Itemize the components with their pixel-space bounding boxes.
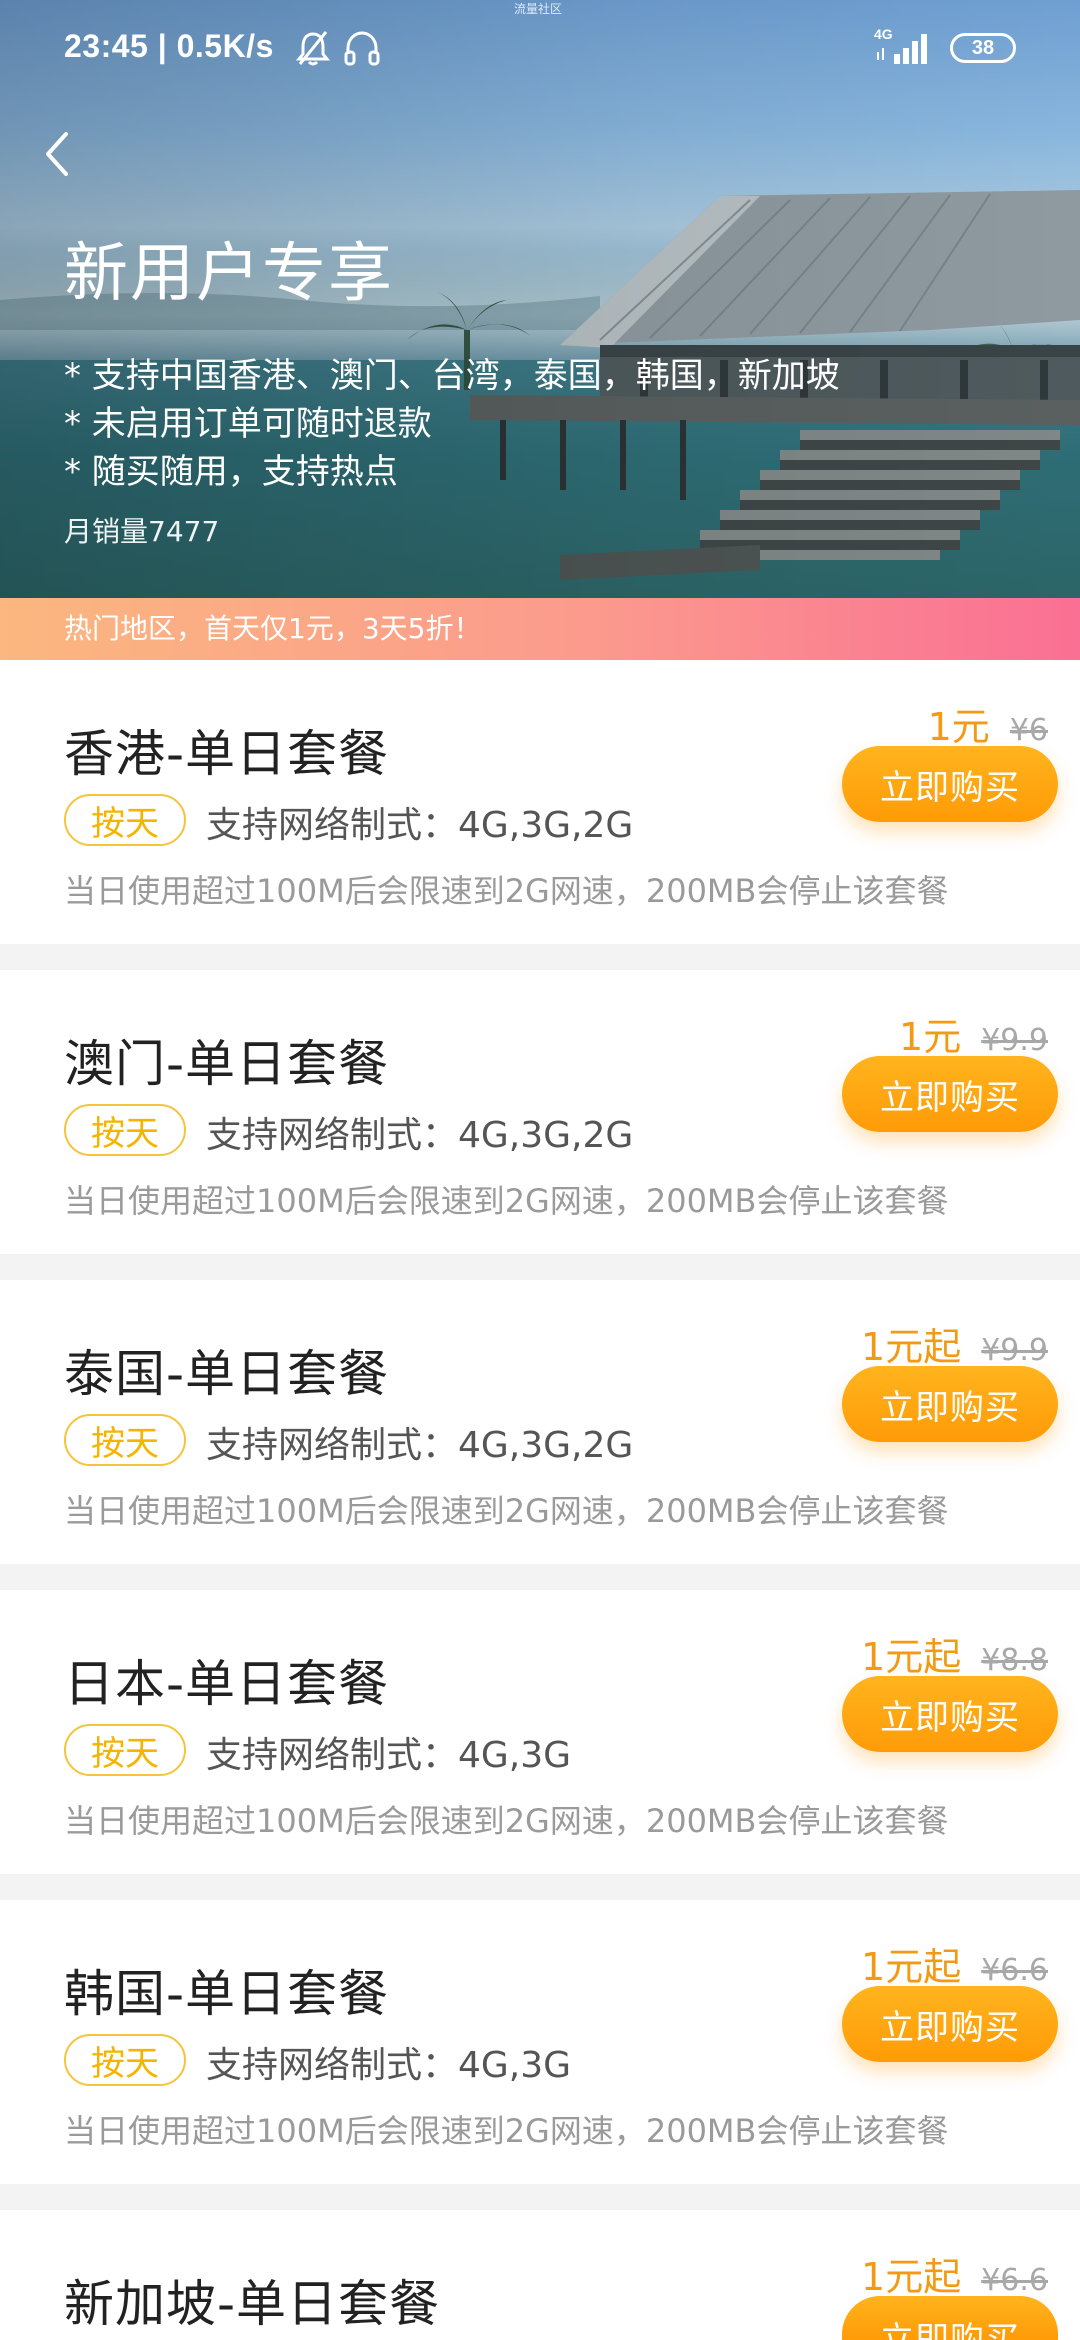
original-price: ¥6.6: [981, 2263, 1048, 2298]
original-price: ¥9.9: [981, 1023, 1048, 1058]
monthly-sales: 月销量7477: [64, 515, 220, 548]
current-price: 1元起: [861, 2255, 962, 2299]
promo-banner: 热门地区，首天仅1元，3天5折！: [0, 598, 1080, 660]
status-top-caption: 流量社区: [514, 2, 563, 16]
price-row: 1元起 ¥6.6: [861, 2246, 1048, 2301]
price-row: 1元 ¥9.9: [899, 1006, 1048, 1061]
usage-limit-note: 当日使用超过100M后会限速到2G网速，200MB会停止该套餐: [64, 1802, 949, 1840]
usage-limit-note: 当日使用超过100M后会限速到2G网速，200MB会停止该套餐: [64, 872, 949, 910]
back-arrow-icon[interactable]: [38, 126, 78, 182]
feature-item: * 未启用订单可随时退款: [64, 404, 432, 444]
current-price: 1元起: [861, 1945, 962, 1989]
current-price: 1元起: [861, 1325, 962, 1369]
daily-tag: 按天: [64, 794, 186, 846]
buy-button[interactable]: 立即购买: [842, 1056, 1058, 1132]
current-price: 1元起: [861, 1635, 962, 1679]
package-card-korea[interactable]: 韩国-单日套餐 1元起 ¥6.6 立即购买 按天 支持网络制式：4G,3G 当日…: [0, 1900, 1080, 2184]
headset-icon: [344, 31, 380, 66]
daily-tag: 按天: [64, 2034, 186, 2086]
package-title: 香港-单日套餐: [64, 725, 390, 783]
mute-bell-icon: [295, 31, 331, 66]
package-card-singapore[interactable]: 新加坡-单日套餐 1元起 ¥6.6 立即购买: [0, 2210, 1080, 2340]
current-price: 1元: [899, 1015, 962, 1059]
feature-item: * 随买随用，支持热点: [64, 452, 398, 492]
page-title: 新用户专享: [64, 237, 394, 311]
price-row: 1元起 ¥8.8: [861, 1626, 1048, 1681]
original-price: ¥6: [1009, 713, 1048, 748]
price-row: 1元起 ¥9.9: [861, 1316, 1048, 1371]
daily-tag: 按天: [64, 1414, 186, 1466]
package-card-japan[interactable]: 日本-单日套餐 1元起 ¥8.8 立即购买 按天 支持网络制式：4G,3G 当日…: [0, 1590, 1080, 1874]
package-title: 新加坡-单日套餐: [64, 2275, 441, 2333]
buy-button[interactable]: 立即购买: [842, 2296, 1058, 2340]
package-card-hongkong[interactable]: 香港-单日套餐 1元 ¥6 立即购买 按天 支持网络制式：4G,3G,2G 当日…: [0, 660, 1080, 944]
network-support: 支持网络制式：4G,3G,2G: [206, 1425, 634, 1466]
signal-icon: 4G: [874, 26, 932, 66]
buy-button[interactable]: 立即购买: [842, 746, 1058, 822]
buy-button[interactable]: 立即购买: [842, 1986, 1058, 2062]
package-title: 韩国-单日套餐: [64, 1965, 390, 2023]
buy-button[interactable]: 立即购买: [842, 1366, 1058, 1442]
package-card-thailand[interactable]: 泰国-单日套餐 1元起 ¥9.9 立即购买 按天 支持网络制式：4G,3G,2G…: [0, 1280, 1080, 1564]
usage-limit-note: 当日使用超过100M后会限速到2G网速，200MB会停止该套餐: [64, 2112, 949, 2150]
feature-item: * 支持中国香港、澳门、台湾，泰国，韩国，新加坡: [64, 356, 840, 396]
usage-limit-note: 当日使用超过100M后会限速到2G网速，200MB会停止该套餐: [64, 1182, 949, 1220]
package-title: 泰国-单日套餐: [64, 1345, 390, 1403]
feature-list: * 支持中国香港、澳门、台湾，泰国，韩国，新加坡 * 未启用订单可随时退款 * …: [64, 352, 840, 496]
original-price: ¥9.9: [981, 1333, 1048, 1368]
battery-icon: 38: [950, 33, 1016, 63]
package-title: 日本-单日套餐: [64, 1655, 390, 1713]
status-time: 23:45 | 0.5K/s: [64, 28, 274, 64]
status-bar: 流量社区 23:45 | 0.5K/s 4G 38: [0, 0, 1080, 100]
network-support: 支持网络制式：4G,3G,2G: [206, 1115, 634, 1156]
daily-tag: 按天: [64, 1104, 186, 1156]
original-price: ¥8.8: [981, 1643, 1048, 1678]
current-price: 1元: [927, 705, 990, 749]
package-title: 澳门-单日套餐: [64, 1035, 390, 1093]
price-row: 1元起 ¥6.6: [861, 1936, 1048, 1991]
network-support: 支持网络制式：4G,3G: [206, 2045, 572, 2086]
network-support: 支持网络制式：4G,3G: [206, 1735, 572, 1776]
original-price: ¥6.6: [981, 1953, 1048, 1988]
network-support: 支持网络制式：4G,3G,2G: [206, 805, 634, 846]
package-card-macau[interactable]: 澳门-单日套餐 1元 ¥9.9 立即购买 按天 支持网络制式：4G,3G,2G …: [0, 970, 1080, 1254]
hero-banner: 流量社区 23:45 | 0.5K/s 4G 38 新用户专享 * 支持中国香港…: [0, 0, 1080, 598]
daily-tag: 按天: [64, 1724, 186, 1776]
usage-limit-note: 当日使用超过100M后会限速到2G网速，200MB会停止该套餐: [64, 1492, 949, 1530]
buy-button[interactable]: 立即购买: [842, 1676, 1058, 1752]
price-row: 1元 ¥6: [928, 696, 1048, 751]
